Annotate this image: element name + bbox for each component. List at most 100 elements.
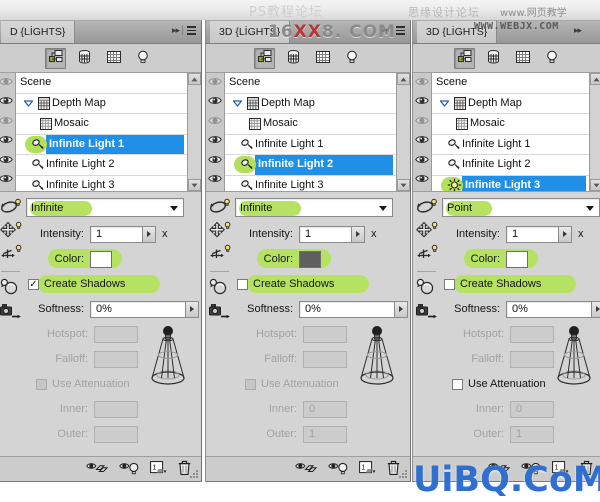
- create-shadows-checkbox[interactable]: [444, 278, 455, 290]
- toggle-meshes-button[interactable]: [295, 461, 318, 477]
- use-attenuation-checkbox[interactable]: [452, 378, 463, 390]
- panel-overflow-arrows-icon[interactable]: ▸▸: [574, 25, 582, 36]
- light-filter[interactable]: [132, 48, 153, 69]
- toggle-lights-button[interactable]: [328, 461, 348, 478]
- tree-scrollbar[interactable]: [589, 73, 600, 191]
- visibility-toggle-row[interactable]: [413, 132, 431, 152]
- toggle-meshes-button[interactable]: [86, 461, 109, 477]
- rotate-camera-tool[interactable]: [209, 278, 231, 299]
- expand-triangle-icon[interactable]: [229, 100, 245, 107]
- mesh-filter[interactable]: [283, 48, 304, 69]
- tree-row-mosaic[interactable]: Mosaic: [225, 114, 396, 135]
- drag-light-tool[interactable]: [415, 221, 438, 241]
- tree-row-infinite-light-1[interactable]: Infinite Light 1: [432, 135, 589, 155]
- tree-row-infinite-light-3[interactable]: Infinite Light 3: [16, 176, 187, 192]
- scroll-up-button[interactable]: [397, 73, 410, 85]
- softness-stepper[interactable]: [395, 300, 408, 318]
- visibility-toggle-scene[interactable]: [206, 73, 224, 93]
- color-swatch[interactable]: [299, 250, 321, 268]
- material-filter[interactable]: [103, 48, 124, 69]
- light-type-select[interactable]: Infinite: [235, 198, 393, 217]
- expand-triangle-icon[interactable]: [436, 100, 452, 107]
- softness-stepper[interactable]: [592, 300, 600, 318]
- drag-light-tool[interactable]: [0, 221, 22, 241]
- tree-row-infinite-light-1[interactable]: Infinite Light 1: [16, 134, 187, 155]
- light-filter[interactable]: [341, 48, 362, 69]
- tree-row-depth-map[interactable]: Depth Map: [16, 94, 187, 114]
- tree-row-infinite-light-3[interactable]: Infinite Light 3: [225, 176, 396, 192]
- intensity-stepper[interactable]: [559, 225, 572, 243]
- scene-filter[interactable]: [254, 47, 275, 69]
- pan-camera-tool[interactable]: [415, 302, 438, 323]
- intensity-input[interactable]: 1: [299, 225, 352, 243]
- rotate-light-tool[interactable]: [416, 198, 438, 218]
- tab-3d-lights[interactable]: D {LİGHTS}: [1, 21, 76, 43]
- scene-filter[interactable]: [45, 47, 66, 69]
- drag-light-tool[interactable]: [208, 221, 231, 241]
- color-swatch[interactable]: [90, 250, 112, 268]
- visibility-toggle-scene[interactable]: [0, 73, 15, 93]
- rotate-camera-tool[interactable]: [416, 278, 438, 299]
- tree-row-infinite-light-1[interactable]: Infinite Light 1: [225, 135, 396, 155]
- intensity-input[interactable]: 1: [506, 225, 559, 243]
- pan-camera-tool[interactable]: [0, 302, 22, 323]
- rotate-light-tool[interactable]: [209, 198, 231, 218]
- mesh-filter[interactable]: [483, 48, 504, 69]
- visibility-toggle-row[interactable]: [0, 151, 15, 171]
- light-filter[interactable]: [541, 48, 562, 69]
- panel-menu-icon[interactable]: [185, 25, 197, 37]
- visibility-toggle-row[interactable]: [413, 112, 431, 132]
- scroll-up-button[interactable]: [188, 73, 201, 85]
- tree-row-depth-map[interactable]: Depth Map: [432, 94, 589, 114]
- slide-light-tool[interactable]: [416, 244, 438, 264]
- resize-grip[interactable]: [190, 470, 199, 479]
- tree-row-mosaic[interactable]: Mosaic: [16, 114, 187, 135]
- softness-input[interactable]: 0%: [506, 300, 592, 318]
- material-filter[interactable]: [512, 48, 533, 69]
- visibility-toggle-row[interactable]: [0, 112, 15, 132]
- tree-row-scene[interactable]: Scene: [225, 73, 396, 94]
- tree-row-infinite-light-3[interactable]: Infinite Light 3: [432, 175, 589, 191]
- tree-row-infinite-light-2[interactable]: Infinite Light 2: [225, 155, 396, 176]
- tree-row-scene[interactable]: Scene: [432, 73, 589, 94]
- mesh-filter[interactable]: [74, 48, 95, 69]
- visibility-toggle-row[interactable]: [206, 112, 224, 132]
- softness-input[interactable]: 0%: [299, 300, 395, 318]
- visibility-toggle-row[interactable]: [206, 171, 224, 191]
- scroll-down-button[interactable]: [397, 179, 410, 191]
- tree-row-depth-map[interactable]: Depth Map: [225, 94, 396, 114]
- scene-filter[interactable]: [454, 47, 475, 69]
- panel-overflow-arrows-icon[interactable]: ▸▸: [172, 25, 180, 36]
- create-shadows-checkbox[interactable]: [237, 278, 248, 290]
- intensity-stepper[interactable]: [143, 225, 156, 243]
- visibility-toggle-row[interactable]: [206, 132, 224, 152]
- visibility-toggle-row[interactable]: [413, 151, 431, 171]
- rotate-camera-tool[interactable]: [0, 278, 22, 299]
- tree-row-mosaic[interactable]: Mosaic: [432, 114, 589, 135]
- visibility-toggle-row[interactable]: [206, 151, 224, 171]
- tree-row-infinite-light-2[interactable]: Infinite Light 2: [432, 155, 589, 176]
- visibility-toggle-row[interactable]: [0, 132, 15, 152]
- visibility-toggle-row[interactable]: [206, 93, 224, 113]
- expand-triangle-icon[interactable]: [20, 100, 36, 107]
- scroll-down-button[interactable]: [188, 179, 201, 191]
- softness-stepper[interactable]: [186, 300, 199, 318]
- pan-camera-tool[interactable]: [208, 302, 231, 323]
- visibility-toggle-row[interactable]: [413, 171, 431, 191]
- light-type-select[interactable]: Infinite: [26, 198, 184, 217]
- resize-grip[interactable]: [399, 470, 408, 479]
- color-swatch[interactable]: [506, 250, 528, 268]
- slide-light-tool[interactable]: [209, 244, 231, 264]
- visibility-toggle-scene[interactable]: [413, 73, 431, 93]
- intensity-stepper[interactable]: [352, 225, 365, 243]
- tree-row-infinite-light-2[interactable]: Infinite Light 2: [16, 155, 187, 176]
- scroll-down-button[interactable]: [590, 179, 600, 191]
- visibility-toggle-row[interactable]: [0, 93, 15, 113]
- visibility-toggle-row[interactable]: [413, 93, 431, 113]
- slide-light-tool[interactable]: [0, 244, 22, 264]
- tree-scrollbar[interactable]: [187, 73, 201, 191]
- create-shadows-checkbox[interactable]: ✓: [28, 278, 39, 290]
- softness-input[interactable]: 0%: [90, 300, 186, 318]
- intensity-input[interactable]: 1: [90, 225, 143, 243]
- tree-row-scene[interactable]: Scene: [16, 73, 187, 94]
